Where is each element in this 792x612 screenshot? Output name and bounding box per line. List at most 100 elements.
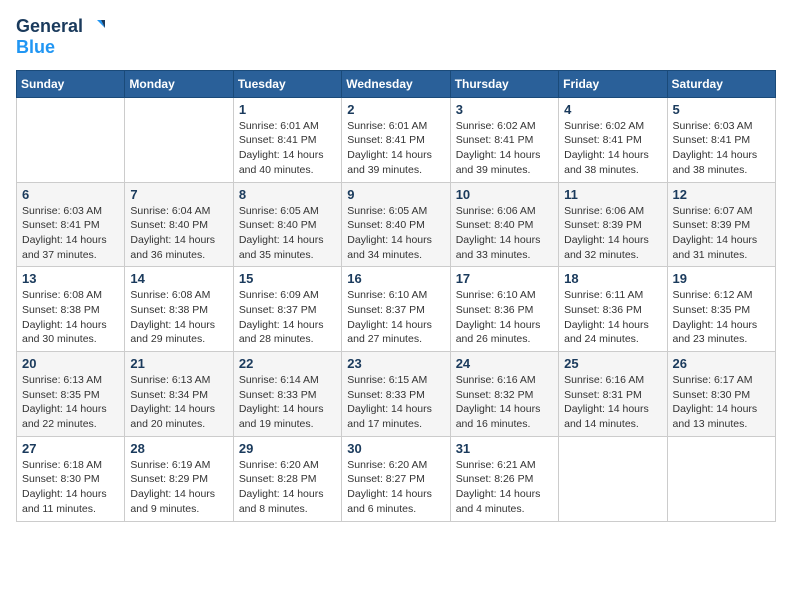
- calendar-cell: 30 Sunrise: 6:20 AM Sunset: 8:27 PM Dayli…: [342, 436, 450, 521]
- day-number: 11: [564, 187, 661, 202]
- day-number: 29: [239, 441, 336, 456]
- calendar-cell: 13 Sunrise: 6:08 AM Sunset: 8:38 PM Dayli…: [17, 267, 125, 352]
- calendar-cell: 15 Sunrise: 6:09 AM Sunset: 8:37 PM Dayli…: [233, 267, 341, 352]
- calendar-cell: 5 Sunrise: 6:03 AM Sunset: 8:41 PM Daylig…: [667, 97, 775, 182]
- day-number: 4: [564, 102, 661, 117]
- logo: General Blue: [16, 16, 107, 58]
- calendar-cell: 22 Sunrise: 6:14 AM Sunset: 8:33 PM Dayli…: [233, 352, 341, 437]
- day-info: Sunrise: 6:20 AM Sunset: 8:27 PM Dayligh…: [347, 458, 444, 517]
- day-number: 15: [239, 271, 336, 286]
- logo-general-text: General: [16, 17, 83, 37]
- calendar-cell: 31 Sunrise: 6:21 AM Sunset: 8:26 PM Dayli…: [450, 436, 558, 521]
- weekday-header-friday: Friday: [559, 70, 667, 97]
- calendar-cell: 8 Sunrise: 6:05 AM Sunset: 8:40 PM Daylig…: [233, 182, 341, 267]
- calendar-cell: 14 Sunrise: 6:08 AM Sunset: 8:38 PM Dayli…: [125, 267, 233, 352]
- calendar-cell: 10 Sunrise: 6:06 AM Sunset: 8:40 PM Dayli…: [450, 182, 558, 267]
- day-number: 13: [22, 271, 119, 286]
- day-info: Sunrise: 6:21 AM Sunset: 8:26 PM Dayligh…: [456, 458, 553, 517]
- day-number: 9: [347, 187, 444, 202]
- calendar-cell: 27Sunrise: 6:18 AM Sunset: 8:30 PM Dayli…: [17, 436, 125, 521]
- day-number: 25: [564, 356, 661, 371]
- day-number: 24: [456, 356, 553, 371]
- calendar-cell: 20Sunrise: 6:13 AM Sunset: 8:35 PM Dayli…: [17, 352, 125, 437]
- day-number: 31: [456, 441, 553, 456]
- day-number: 16: [347, 271, 444, 286]
- calendar-cell: [559, 436, 667, 521]
- day-info: Sunrise: 6:07 AM Sunset: 8:39 PM Dayligh…: [673, 204, 770, 263]
- day-number: 8: [239, 187, 336, 202]
- day-number: 2: [347, 102, 444, 117]
- day-info: Sunrise: 6:08 AM Sunset: 8:38 PM Dayligh…: [130, 288, 227, 347]
- day-number: 30: [347, 441, 444, 456]
- day-info: Sunrise: 6:16 AM Sunset: 8:31 PM Dayligh…: [564, 373, 661, 432]
- calendar-cell: 29 Sunrise: 6:20 AM Sunset: 8:28 PM Dayli…: [233, 436, 341, 521]
- weekday-header-wednesday: Wednesday: [342, 70, 450, 97]
- week-row-4: 20Sunrise: 6:13 AM Sunset: 8:35 PM Dayli…: [17, 352, 776, 437]
- calendar-cell: 1 Sunrise: 6:01 AM Sunset: 8:41 PM Daylig…: [233, 97, 341, 182]
- day-info: Sunrise: 6:06 AM Sunset: 8:40 PM Dayligh…: [456, 204, 553, 263]
- day-info: Sunrise: 6:13 AM Sunset: 8:34 PM Dayligh…: [130, 373, 227, 432]
- calendar-cell: 24 Sunrise: 6:16 AM Sunset: 8:32 PM Dayli…: [450, 352, 558, 437]
- weekday-header-row: SundayMondayTuesdayWednesdayThursdayFrid…: [17, 70, 776, 97]
- calendar-cell: 18Sunrise: 6:11 AM Sunset: 8:36 PM Dayli…: [559, 267, 667, 352]
- day-number: 26: [673, 356, 770, 371]
- weekday-header-thursday: Thursday: [450, 70, 558, 97]
- day-number: 21: [130, 356, 227, 371]
- day-info: Sunrise: 6:06 AM Sunset: 8:39 PM Dayligh…: [564, 204, 661, 263]
- calendar-cell: 6Sunrise: 6:03 AM Sunset: 8:41 PM Daylig…: [17, 182, 125, 267]
- day-number: 27: [22, 441, 119, 456]
- calendar-cell: 9 Sunrise: 6:05 AM Sunset: 8:40 PM Daylig…: [342, 182, 450, 267]
- day-number: 19: [673, 271, 770, 286]
- day-info: Sunrise: 6:10 AM Sunset: 8:37 PM Dayligh…: [347, 288, 444, 347]
- day-info: Sunrise: 6:15 AM Sunset: 8:33 PM Dayligh…: [347, 373, 444, 432]
- calendar-cell: 25 Sunrise: 6:16 AM Sunset: 8:31 PM Dayli…: [559, 352, 667, 437]
- day-number: 3: [456, 102, 553, 117]
- week-row-5: 27Sunrise: 6:18 AM Sunset: 8:30 PM Dayli…: [17, 436, 776, 521]
- day-info: Sunrise: 6:09 AM Sunset: 8:37 PM Dayligh…: [239, 288, 336, 347]
- day-info: Sunrise: 6:01 AM Sunset: 8:41 PM Dayligh…: [347, 119, 444, 178]
- day-number: 12: [673, 187, 770, 202]
- day-number: 5: [673, 102, 770, 117]
- calendar-table: SundayMondayTuesdayWednesdayThursdayFrid…: [16, 70, 776, 522]
- weekday-header-saturday: Saturday: [667, 70, 775, 97]
- calendar-cell: 4 Sunrise: 6:02 AM Sunset: 8:41 PM Daylig…: [559, 97, 667, 182]
- day-number: 28: [130, 441, 227, 456]
- day-info: Sunrise: 6:11 AM Sunset: 8:36 PM Dayligh…: [564, 288, 661, 347]
- day-info: Sunrise: 6:20 AM Sunset: 8:28 PM Dayligh…: [239, 458, 336, 517]
- day-info: Sunrise: 6:01 AM Sunset: 8:41 PM Dayligh…: [239, 119, 336, 178]
- logo-bird-icon: [85, 16, 107, 38]
- calendar-cell: 16 Sunrise: 6:10 AM Sunset: 8:37 PM Dayli…: [342, 267, 450, 352]
- calendar-cell: 19 Sunrise: 6:12 AM Sunset: 8:35 PM Dayli…: [667, 267, 775, 352]
- calendar-cell: 2 Sunrise: 6:01 AM Sunset: 8:41 PM Daylig…: [342, 97, 450, 182]
- week-row-2: 6Sunrise: 6:03 AM Sunset: 8:41 PM Daylig…: [17, 182, 776, 267]
- logo-blue-text: Blue: [16, 38, 55, 58]
- day-number: 10: [456, 187, 553, 202]
- day-number: 14: [130, 271, 227, 286]
- day-info: Sunrise: 6:08 AM Sunset: 8:38 PM Dayligh…: [22, 288, 119, 347]
- day-number: 7: [130, 187, 227, 202]
- calendar-cell: 28Sunrise: 6:19 AM Sunset: 8:29 PM Dayli…: [125, 436, 233, 521]
- day-info: Sunrise: 6:02 AM Sunset: 8:41 PM Dayligh…: [456, 119, 553, 178]
- calendar-cell: 11 Sunrise: 6:06 AM Sunset: 8:39 PM Dayli…: [559, 182, 667, 267]
- day-info: Sunrise: 6:05 AM Sunset: 8:40 PM Dayligh…: [239, 204, 336, 263]
- calendar-cell: [17, 97, 125, 182]
- calendar-cell: 26Sunrise: 6:17 AM Sunset: 8:30 PM Dayli…: [667, 352, 775, 437]
- calendar-cell: 7Sunrise: 6:04 AM Sunset: 8:40 PM Daylig…: [125, 182, 233, 267]
- day-info: Sunrise: 6:02 AM Sunset: 8:41 PM Dayligh…: [564, 119, 661, 178]
- calendar-cell: [667, 436, 775, 521]
- day-info: Sunrise: 6:16 AM Sunset: 8:32 PM Dayligh…: [456, 373, 553, 432]
- day-number: 22: [239, 356, 336, 371]
- day-number: 17: [456, 271, 553, 286]
- day-info: Sunrise: 6:12 AM Sunset: 8:35 PM Dayligh…: [673, 288, 770, 347]
- day-info: Sunrise: 6:03 AM Sunset: 8:41 PM Dayligh…: [673, 119, 770, 178]
- calendar-cell: [125, 97, 233, 182]
- calendar-cell: 3 Sunrise: 6:02 AM Sunset: 8:41 PM Daylig…: [450, 97, 558, 182]
- day-info: Sunrise: 6:05 AM Sunset: 8:40 PM Dayligh…: [347, 204, 444, 263]
- page-header: General Blue: [16, 16, 776, 58]
- day-info: Sunrise: 6:13 AM Sunset: 8:35 PM Dayligh…: [22, 373, 119, 432]
- day-info: Sunrise: 6:14 AM Sunset: 8:33 PM Dayligh…: [239, 373, 336, 432]
- weekday-header-tuesday: Tuesday: [233, 70, 341, 97]
- weekday-header-sunday: Sunday: [17, 70, 125, 97]
- day-number: 1: [239, 102, 336, 117]
- weekday-header-monday: Monday: [125, 70, 233, 97]
